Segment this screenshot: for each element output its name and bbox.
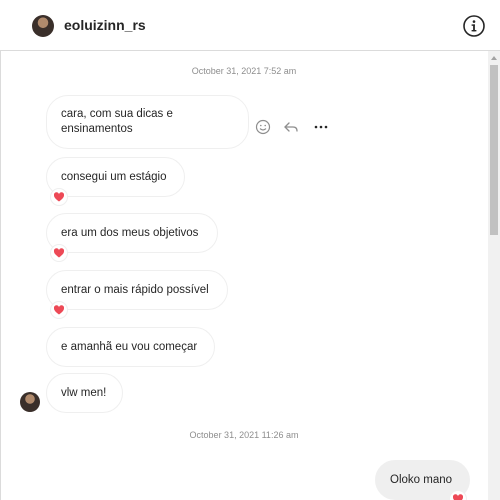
chat-username[interactable]: eoluizinn_rs — [64, 17, 146, 33]
message-thread[interactable]: October 31, 2021 7:52 am cara, com sua d… — [0, 51, 488, 500]
message-text: vlw men! — [61, 386, 107, 399]
thread-timestamp: October 31, 2021 7:52 am — [191, 66, 297, 76]
scroll-up-arrow-icon[interactable] — [488, 51, 500, 63]
smile-icon[interactable] — [254, 118, 272, 136]
reply-icon[interactable] — [282, 118, 300, 136]
message-text: entrar o mais rápido possível — [61, 283, 209, 296]
info-circle-icon[interactable] — [462, 14, 486, 38]
heart-reaction-icon[interactable] — [50, 301, 68, 319]
message-bubble[interactable]: vlw men! — [46, 373, 123, 413]
heart-reaction-icon[interactable] — [50, 188, 68, 206]
scrollbar[interactable] — [488, 51, 500, 500]
message-text: e amanhã eu vou começar — [61, 340, 198, 353]
message-bubble[interactable]: era um dos meus objetivos — [46, 213, 218, 253]
message-text: cara, com sua dicas e — [61, 108, 173, 120]
heart-reaction-icon[interactable] — [50, 244, 68, 262]
message-text: consegui um estágio — [61, 170, 167, 183]
more-icon[interactable] — [312, 118, 330, 136]
sender-avatar[interactable] — [20, 392, 40, 412]
chat-header: eoluizinn_rs — [0, 0, 500, 51]
message-text: era um dos meus objetivos — [61, 226, 199, 239]
message-text: Oloko mano — [390, 473, 453, 486]
message-bubble[interactable]: consegui um estágio — [46, 157, 185, 197]
message-text: ensinamentos — [61, 123, 133, 135]
scrollbar-thumb[interactable] — [490, 65, 498, 235]
thread-timestamp: October 31, 2021 11:26 am — [189, 430, 299, 440]
message-bubble[interactable]: entrar o mais rápido possível — [46, 270, 228, 310]
message-bubble[interactable]: cara, com sua dicas e ensinamentos — [46, 95, 249, 149]
message-actions — [254, 118, 334, 138]
message-bubble[interactable]: e amanhã eu vou começar — [46, 327, 215, 367]
avatar[interactable] — [32, 15, 54, 37]
